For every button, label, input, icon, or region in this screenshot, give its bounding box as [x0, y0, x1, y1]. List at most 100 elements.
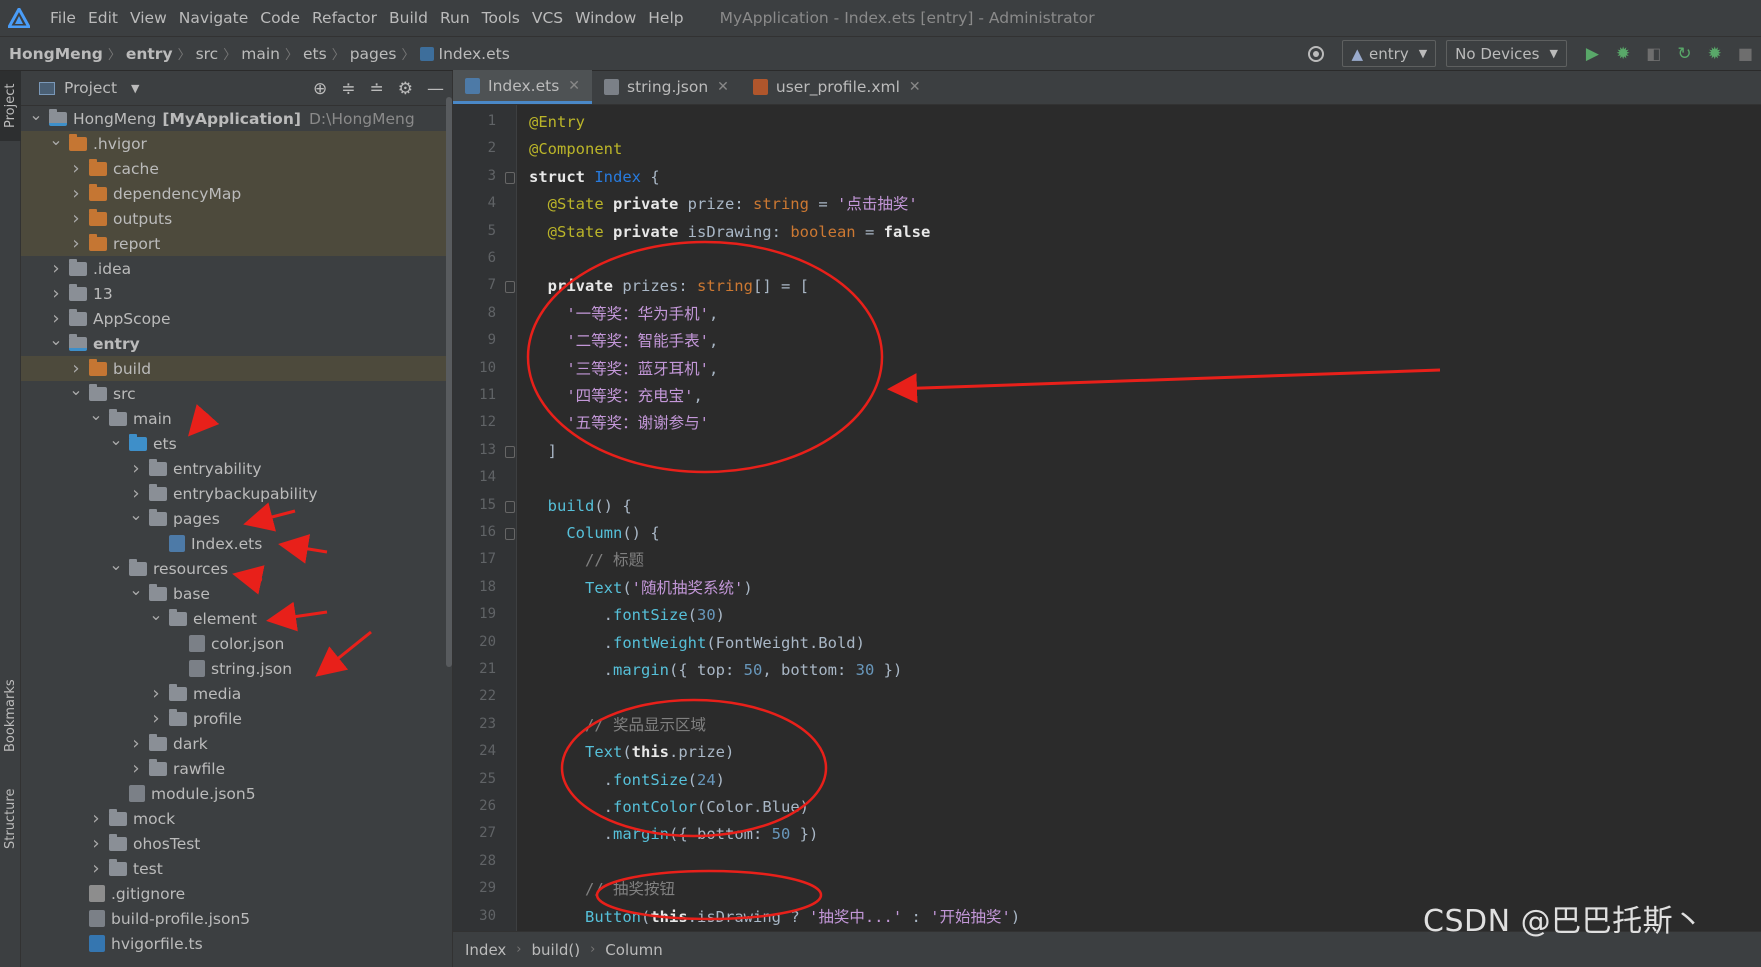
chevron-right-icon[interactable]: › [149, 708, 163, 729]
close-icon[interactable]: ✕ [568, 78, 580, 94]
code-area[interactable]: @Entry @Component struct Index { @State pr… [517, 105, 1761, 931]
tree-node[interactable]: ›hvigorfile.ts [21, 931, 452, 956]
menu-vcs[interactable]: VCS [532, 9, 563, 27]
chevron-down-icon[interactable]: ⌄ [109, 555, 123, 574]
breadcrumb-item[interactable]: main [241, 45, 280, 63]
locate-target-icon[interactable] [1308, 45, 1325, 62]
chevron-down-icon[interactable]: ⌄ [49, 130, 63, 149]
tree-node[interactable]: › test [21, 856, 452, 881]
module-select[interactable]: ▲ entry ▼ [1342, 40, 1437, 67]
chevron-right-icon[interactable]: › [69, 358, 83, 379]
chevron-down-icon[interactable]: ⌄ [69, 380, 83, 399]
gear-icon[interactable]: ⚙ [398, 79, 413, 99]
chevron-right-icon[interactable]: › [49, 283, 63, 304]
tree-node[interactable]: › media [21, 681, 452, 706]
select-opened-file-icon[interactable]: ⊕ [313, 79, 327, 99]
tree-node[interactable]: › ohosTest [21, 831, 452, 856]
tree-node[interactable]: ›module.json5 [21, 781, 452, 806]
tree-node[interactable]: ⌄ base [21, 580, 452, 606]
bookmarks-tool-tab[interactable]: Bookmarks [0, 671, 21, 761]
chevron-down-icon[interactable]: ⌄ [89, 405, 103, 424]
tree-node[interactable]: ⌄ main [21, 405, 452, 431]
chevron-down-icon[interactable]: ⌄ [109, 430, 123, 449]
chevron-right-icon[interactable]: › [69, 233, 83, 254]
editor-breadcrumb-item[interactable]: Index [465, 941, 506, 959]
tree-node[interactable]: › profile [21, 706, 452, 731]
menu-navigate[interactable]: Navigate [179, 9, 249, 27]
chevron-down-icon[interactable]: ▼ [131, 82, 139, 95]
breadcrumb-item[interactable]: Index.ets [439, 45, 510, 63]
device-select[interactable]: No Devices ▼ [1446, 40, 1567, 67]
menu-window[interactable]: Window [575, 9, 636, 27]
tree-node[interactable]: › entryability [21, 456, 452, 481]
breadcrumb-item[interactable]: src [196, 45, 219, 63]
breadcrumb-item[interactable]: ets [303, 45, 327, 63]
tree-node[interactable]: › 13 [21, 281, 452, 306]
attach-debugger-icon[interactable]: ✹ [1708, 44, 1722, 64]
tree-node[interactable]: › mock [21, 806, 452, 831]
chevron-right-icon[interactable]: › [69, 208, 83, 229]
rerun-icon[interactable]: ↻ [1677, 44, 1691, 64]
breadcrumb-item[interactable]: HongMeng [9, 45, 103, 63]
fold-marker-icon[interactable] [505, 171, 515, 184]
chevron-right-icon[interactable]: › [129, 458, 143, 479]
tree-node[interactable]: ›build-profile.json5 [21, 906, 452, 931]
chevron-right-icon[interactable]: › [89, 808, 103, 829]
chevron-right-icon[interactable]: › [69, 183, 83, 204]
tree-node[interactable]: › AppScope [21, 306, 452, 331]
tree-node[interactable]: ›string.json [21, 656, 452, 681]
menu-help[interactable]: Help [648, 9, 683, 27]
chevron-right-icon[interactable]: › [129, 733, 143, 754]
breadcrumb-item[interactable]: entry [126, 45, 173, 63]
project-tree-scrollbar[interactable] [446, 97, 452, 667]
tree-node[interactable]: ›color.json [21, 631, 452, 656]
tree-node[interactable]: ›Index.ets [21, 531, 452, 556]
tree-node[interactable]: ⌄ src [21, 380, 452, 406]
tree-node[interactable]: ›.gitignore [21, 881, 452, 906]
structure-tool-tab[interactable]: Structure [0, 776, 21, 861]
stop-icon[interactable]: ■ [1738, 44, 1753, 63]
breadcrumb-item[interactable]: pages [350, 45, 397, 63]
chevron-right-icon[interactable]: › [129, 483, 143, 504]
chevron-right-icon[interactable]: › [69, 158, 83, 179]
menu-refactor[interactable]: Refactor [312, 9, 377, 27]
tree-node[interactable]: › build [21, 356, 452, 381]
collapse-all-icon[interactable]: ≐ [370, 79, 384, 99]
tree-node[interactable]: ⌄ .hvigor [21, 130, 452, 156]
menu-edit[interactable]: Edit [88, 9, 118, 27]
menu-code[interactable]: Code [260, 9, 300, 27]
profile-icon[interactable]: ◧ [1646, 44, 1661, 63]
chevron-down-icon[interactable]: ⌄ [129, 580, 143, 599]
tab-user-profile-xml[interactable]: user_profile.xml ✕ [741, 70, 933, 104]
tree-node[interactable]: › outputs [21, 206, 452, 231]
chevron-down-icon[interactable]: ⌄ [49, 330, 63, 349]
editor-breadcrumb-item[interactable]: Column [605, 941, 662, 959]
chevron-right-icon[interactable]: › [149, 683, 163, 704]
debug-icon[interactable]: ✹ [1616, 44, 1630, 64]
tree-node[interactable]: › report [21, 231, 452, 256]
tree-node[interactable]: ⌄ entry [21, 330, 452, 356]
close-icon[interactable]: ✕ [909, 79, 921, 95]
tree-node[interactable]: ⌄ resources [21, 555, 452, 581]
menu-build[interactable]: Build [389, 9, 428, 27]
menu-view[interactable]: View [130, 9, 167, 27]
tab-string-json[interactable]: string.json ✕ [592, 70, 741, 104]
tree-node[interactable]: › .idea [21, 256, 452, 281]
run-icon[interactable]: ▶ [1586, 44, 1599, 64]
tree-node[interactable]: ⌄ pages [21, 505, 452, 531]
project-panel-title[interactable]: Project [64, 79, 117, 97]
tab-index-ets[interactable]: Index.ets ✕ [453, 70, 593, 104]
tree-node[interactable]: › cache [21, 156, 452, 181]
fold-marker-icon[interactable] [505, 281, 515, 294]
tree-node[interactable]: › rawfile [21, 756, 452, 781]
tree-node[interactable]: › entrybackupability [21, 481, 452, 506]
tree-node[interactable]: ⌄ HongMeng [MyApplication] D:\HongMeng [21, 105, 452, 131]
chevron-right-icon[interactable]: › [89, 858, 103, 879]
fold-marker-icon[interactable] [505, 500, 515, 513]
tree-node[interactable]: ⌄ ets [21, 430, 452, 456]
fold-marker-icon[interactable] [505, 445, 515, 458]
expand-all-icon[interactable]: ≑ [341, 79, 355, 99]
menu-file[interactable]: File [50, 9, 76, 27]
tree-node[interactable]: ⌄ element [21, 605, 452, 631]
chevron-right-icon[interactable]: › [49, 308, 63, 329]
